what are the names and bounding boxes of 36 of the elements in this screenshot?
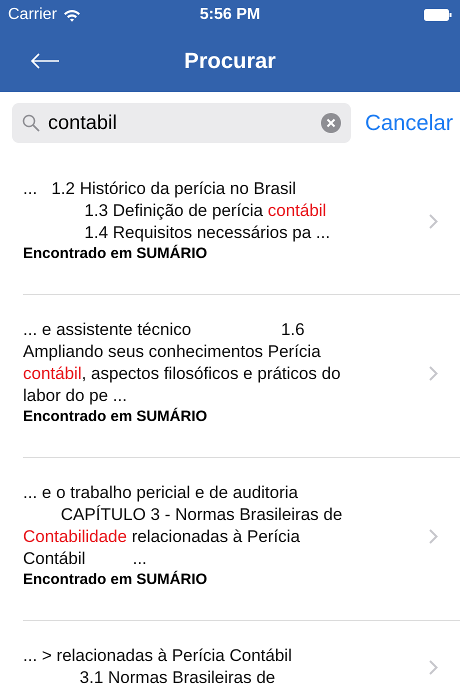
snippet-line: ... e assistente técnico 1.6 (23, 319, 306, 341)
snippet-line: ... 1.2 Histórico da perícia no Brasil (23, 178, 298, 200)
snippet-line: Contábil ... (23, 548, 148, 570)
carrier-label: Carrier (8, 6, 57, 24)
back-button[interactable] (30, 53, 60, 69)
snippet-line: ... > relacionadas à Perícia Contábil (23, 645, 293, 667)
result-row[interactable]: ... e o trabalho pericial e de auditoria CAPÍTULO 3 - Normas Brasileiras de Contabilidade relacionadas à Perícia Contábil ... Encontrado em SUMÁRIO (23, 458, 460, 621)
chevron-icon (429, 528, 438, 544)
result-row[interactable]: ... > relacionadas à Perícia Contábil 3.1 Normas Brasileiras de (23, 621, 460, 690)
snippet-line: labor do pe ... (23, 385, 128, 407)
snippet-line: 3.1 Normas Brasileiras de (78, 667, 276, 689)
clock: 5:56 PM (200, 6, 260, 24)
source-label: Encontrado em SUMÁRIO (23, 407, 208, 427)
result-row[interactable]: ... e assistente técnico 1.6 Ampliando seus conhecimentos Perícia contábil, aspectos filosóficos e práticos do labor do pe ... Encontrado em SUMÁRIO (23, 295, 460, 458)
snippet-line: ... e o trabalho pericial e de auditoria (23, 482, 300, 504)
snippet-line: CAPÍTULO 3 - Normas Brasileiras de (60, 504, 344, 526)
source-label: Encontrado em SUMÁRIO (23, 244, 208, 264)
cancel-button[interactable]: Cancelar (365, 110, 454, 136)
chevron-icon (429, 660, 438, 674)
source-label: Encontrado em SUMÁRIO (23, 570, 208, 590)
snippet-line: contábil, aspectos filosóficos e práticos do (23, 363, 342, 385)
clear-icon[interactable] (321, 113, 341, 133)
screen-title: Procurar (184, 48, 276, 74)
search-bar[interactable]: contabil (12, 103, 351, 143)
chevron-icon (429, 214, 438, 228)
back-arrow-icon (30, 53, 60, 69)
search-icon (22, 114, 40, 132)
wifi-icon (62, 8, 81, 22)
snippet-line: Ampliando seus conhecimentos Perícia (23, 341, 322, 363)
chevron-icon (429, 366, 438, 380)
search-field[interactable]: contabil (48, 112, 313, 134)
result-row[interactable]: ... 1.2 Histórico da perícia no Brasil 1.3 Definição de perícia contábil 1.4 Requisitos necessários pa ... Encontrado em SUMÁRIO (23, 154, 460, 295)
snippet-line: 1.3 Definição de perícia contábil (83, 200, 328, 222)
battery-icon (424, 9, 452, 21)
snippet-line: 1.4 Requisitos necessários pa ... (83, 222, 332, 244)
snippet-line: Contabilidade relacionadas à Perícia (23, 526, 301, 548)
